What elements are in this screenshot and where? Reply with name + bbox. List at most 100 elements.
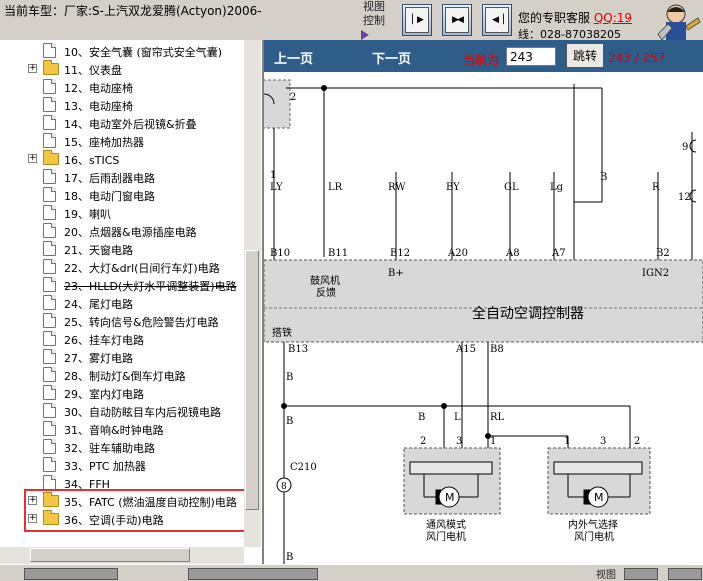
document-icon xyxy=(43,403,56,418)
b-plus-label: B+ xyxy=(388,268,404,279)
motor2-pin-2: 2 xyxy=(634,436,640,447)
tree-vertical-scroll-thumb[interactable] xyxy=(245,250,259,510)
tree-highlight-box xyxy=(24,489,257,532)
view-control-arrow-icon xyxy=(361,30,369,40)
tree-item[interactable]: 31、音响&时钟电路 xyxy=(0,420,244,438)
tree-item[interactable]: 17、后雨刮器电路 xyxy=(0,168,244,186)
document-icon xyxy=(43,241,56,256)
arrow-right-icon: ▏▶ xyxy=(405,7,429,33)
motor2-label-1: 内外气选择 xyxy=(568,518,618,531)
tree-item[interactable]: 25、转向信号&危险警告灯电路 xyxy=(0,312,244,330)
pin-b8: B8 xyxy=(490,344,504,355)
page-number-input[interactable] xyxy=(506,47,556,66)
tree-item-label: 30、自动防眩目车内后视镜电路 xyxy=(64,406,221,419)
tree-horizontal-scroll-thumb[interactable] xyxy=(30,548,190,562)
tree-item[interactable]: 30、自动防眩目车内后视镜电路 xyxy=(0,402,244,420)
tree-item[interactable]: 21、天窗电路 xyxy=(0,240,244,258)
tree-item[interactable]: 12、电动座椅 xyxy=(0,78,244,96)
tree-item[interactable]: 26、挂车灯电路 xyxy=(0,330,244,348)
support-qq-link[interactable]: QQ:19 xyxy=(594,11,632,25)
controller-pin-name: B11 xyxy=(328,248,348,259)
tree-item[interactable]: +16、sTICS xyxy=(0,150,244,168)
top-bar: 当前车型：厂家:S-上汽双龙爱腾(Actyon)2006- 视图控制 ▏▶ ▶◀… xyxy=(0,0,703,40)
controller-pin-name: A20 xyxy=(447,248,468,259)
document-icon xyxy=(43,457,56,472)
tree-item[interactable]: 14、电动室外后视镜&折叠 xyxy=(0,114,244,132)
wire-b-1: B xyxy=(286,372,293,383)
wire-b-3: B xyxy=(286,552,293,563)
folder-icon xyxy=(43,150,59,165)
diagram-panel: 上一页 下一页 当前为 跳转 243 / 257 xyxy=(264,40,703,564)
motor1-pin-1: 1 xyxy=(490,436,496,447)
view-split-button[interactable]: ▶◀ xyxy=(442,4,472,36)
controller-title: 全自动空调控制器 xyxy=(472,305,584,322)
tree-item[interactable]: 15、座椅加热器 xyxy=(0,132,244,150)
tree-vertical-scrollbar[interactable] xyxy=(244,40,261,547)
connector-pin-8: 8 xyxy=(281,482,287,492)
motor1-symbol: M xyxy=(445,491,455,504)
tree-item-label: 32、驻车辅助电路 xyxy=(64,442,155,455)
wire-b-2: B xyxy=(286,416,293,427)
tree-item[interactable]: 32、驻车辅助电路 xyxy=(0,438,244,456)
tree-item[interactable]: 19、喇叭 xyxy=(0,204,244,222)
bottom-tab-4[interactable] xyxy=(668,568,702,580)
motor2-pin-3: 3 xyxy=(600,436,606,447)
tree-item-label: 10、安全气囊 (窗帘式安全气囊) xyxy=(64,46,223,59)
tree-item[interactable]: 27、雾灯电路 xyxy=(0,348,244,366)
motor2-pin-1: 1 xyxy=(564,436,570,447)
tree-item[interactable]: 18、电动门窗电路 xyxy=(0,186,244,204)
tree-item[interactable]: 20、点烟器&电源插座电路 xyxy=(0,222,244,240)
bottom-tab-2[interactable] xyxy=(188,568,318,580)
top-pin-1: 1 xyxy=(270,170,276,181)
document-icon xyxy=(43,349,56,364)
wire-color-label: RW xyxy=(388,182,406,193)
tree-item-label: 13、电动座椅 xyxy=(64,100,133,113)
next-page-link[interactable]: 下一页 xyxy=(372,48,411,67)
prev-page-link[interactable]: 上一页 xyxy=(274,48,313,67)
document-icon xyxy=(43,295,56,310)
tree-item[interactable]: 10、安全气囊 (窗帘式安全气囊) xyxy=(0,42,244,60)
tree-item-label: 14、电动室外后视镜&折叠 xyxy=(64,118,197,131)
document-icon xyxy=(43,205,56,220)
tree-item[interactable]: 13、电动座椅 xyxy=(0,96,244,114)
controller-pin-name: A7 xyxy=(551,248,566,259)
tree-item[interactable]: 29、室内灯电路 xyxy=(0,384,244,402)
expand-icon[interactable]: + xyxy=(28,154,37,163)
ground-label: 搭铁 xyxy=(272,326,292,339)
bottom-tab-1[interactable] xyxy=(24,568,118,580)
view-right-panel-button[interactable]: ▏▶ xyxy=(402,4,432,36)
tree-item[interactable]: +11、仪表盘 xyxy=(0,60,244,78)
motor2-label-2: 风门电机 xyxy=(574,530,614,543)
connector-c210: C210 xyxy=(290,462,317,473)
expand-icon[interactable]: + xyxy=(28,64,37,73)
controller-pin-name: IGN2 xyxy=(642,268,669,279)
tree-item-label: 29、室内灯电路 xyxy=(64,388,144,401)
tree-item[interactable]: 33、PTC 加热器 xyxy=(0,456,244,474)
tree-item-label: 11、仪表盘 xyxy=(64,64,122,77)
tree-item[interactable]: 24、尾灯电路 xyxy=(0,294,244,312)
controller-pin-name: B2 xyxy=(656,248,670,259)
blower-feedback-label-1: 鼓风机 xyxy=(310,274,340,287)
document-icon xyxy=(43,223,56,238)
top-pin-2: 2 xyxy=(290,92,296,103)
motor2-symbol: M xyxy=(594,491,604,504)
wire-color-label: Lg xyxy=(550,182,564,193)
support-label: 您的专职客服 xyxy=(518,11,591,25)
wire-color-label: LY xyxy=(270,182,283,193)
bottom-tab-3[interactable] xyxy=(624,568,658,580)
document-icon xyxy=(43,475,56,490)
jump-button[interactable]: 跳转 xyxy=(566,43,604,68)
wire-color-label: GL xyxy=(504,182,519,193)
tree-item[interactable]: 28、制动灯&倒车灯电路 xyxy=(0,366,244,384)
arrows-split-icon: ▶◀ xyxy=(445,7,469,33)
document-icon xyxy=(43,277,56,292)
controller-pin-name: B12 xyxy=(390,248,410,259)
tree-item-label: 26、挂车灯电路 xyxy=(64,334,144,347)
view-left-panel-button[interactable]: ◀▕ xyxy=(482,4,512,36)
tree-item[interactable]: 23、HLLD(大灯水平调整装置)电路 xyxy=(0,276,244,294)
tree-item[interactable]: 22、大灯&drl(日间行车灯)电路 xyxy=(0,258,244,276)
tree-horizontal-scrollbar[interactable] xyxy=(0,547,244,564)
pin-b13: B13 xyxy=(288,344,308,355)
circuit-tree-panel[interactable]: 10、安全气囊 (窗帘式安全气囊) +11、仪表盘 12、电动座椅 13、电动座椅 14… xyxy=(0,40,264,564)
right-pin-12: 12 xyxy=(678,192,691,203)
